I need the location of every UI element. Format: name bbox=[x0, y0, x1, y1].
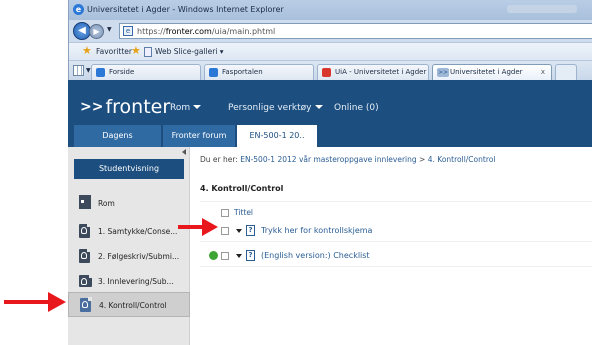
select-all-checkbox[interactable] bbox=[221, 209, 229, 217]
browser-window: e Universitetet i Agder - Windows Intern… bbox=[68, 0, 592, 80]
annotation-arrow-icon bbox=[4, 292, 66, 312]
quick-tabs-icon[interactable] bbox=[73, 65, 84, 76]
sidebar-item-innlevering[interactable]: 3. Innlevering/Sub... bbox=[68, 269, 190, 294]
expand-triangle-icon[interactable] bbox=[236, 254, 242, 258]
menu-online[interactable]: Online (0) bbox=[334, 103, 379, 113]
row-checkbox[interactable] bbox=[221, 227, 229, 235]
chevron-down-icon bbox=[193, 105, 202, 109]
internet-explorer-icon: e bbox=[73, 4, 84, 15]
web-slice-gallery-link[interactable]: Web Slice-galleri ▾ bbox=[155, 47, 224, 56]
tab-fronter-forum[interactable]: Fronter forum bbox=[163, 125, 235, 147]
collapse-sidebar-icon[interactable] bbox=[182, 149, 186, 155]
forward-button[interactable]: ▶ bbox=[89, 24, 104, 39]
row-checkbox[interactable] bbox=[221, 252, 229, 260]
tab-bar: ▼ Forside Fasportalen UiA - Universitete… bbox=[69, 60, 592, 80]
assignment-icon bbox=[79, 223, 91, 238]
sidebar-item-rom[interactable]: Rom bbox=[68, 191, 190, 216]
tab-label: Forside bbox=[109, 68, 135, 76]
sidebar-item-label: 1. Samtykke/Conse... bbox=[98, 227, 178, 236]
new-tab-button[interactable] bbox=[555, 64, 577, 80]
divider bbox=[200, 266, 592, 267]
favorites-bar: ★ Favoritter ★ Web Slice-galleri ▾ bbox=[69, 42, 592, 60]
address-bar-row: ◀ ▶ ▼ e https://fronter.com/uia/main.pht… bbox=[69, 20, 592, 42]
title-bar: e Universitetet i Agder - Windows Intern… bbox=[69, 0, 592, 20]
ie-page-icon bbox=[209, 68, 218, 77]
tab-label: UiA - Universitetet i Agder bbox=[335, 68, 427, 76]
breadcrumb-prefix: Du er her: bbox=[200, 155, 238, 164]
sidebar-item-label: 2. Følgeskriv/Submi... bbox=[98, 252, 180, 261]
ie-page-icon bbox=[96, 68, 105, 77]
tab-label: Fasportalen bbox=[222, 68, 263, 76]
web-slice-icon bbox=[144, 47, 152, 57]
tab-fasportalen[interactable]: Fasportalen bbox=[204, 64, 314, 80]
address-input[interactable]: e https://fronter.com/uia/main.phtml bbox=[119, 23, 592, 39]
item-link[interactable]: Trykk her for kontrollskjema bbox=[261, 226, 372, 235]
fronter-tab-icon: >> bbox=[437, 68, 449, 77]
room-door-icon bbox=[79, 195, 91, 209]
test-document-icon: ? bbox=[246, 225, 255, 236]
chevron-down-icon bbox=[314, 105, 323, 109]
item-link[interactable]: (English version:) Checklist bbox=[261, 251, 370, 260]
sidebar-item-label: Rom bbox=[98, 199, 115, 208]
sidebar-item-label: 3. Innlevering/Sub... bbox=[98, 277, 174, 286]
tab-forside[interactable]: Forside bbox=[91, 64, 201, 80]
uia-logo-icon bbox=[322, 68, 331, 77]
divider bbox=[200, 201, 592, 202]
sidebar-item-folgeskriv[interactable]: 2. Følgeskriv/Submi... bbox=[68, 244, 190, 269]
assignment-icon bbox=[79, 248, 91, 263]
divider bbox=[200, 241, 592, 242]
tab-label: Universitetet i Agder bbox=[450, 68, 523, 76]
main-content: Du er her: EN-500-1 2012 vår masteroppga… bbox=[190, 147, 592, 345]
fronter-logo[interactable]: >> fronter bbox=[80, 96, 170, 118]
favorites-star-icon[interactable]: ★ bbox=[82, 45, 94, 57]
sidebar-item-samtykke[interactable]: 1. Samtykke/Conse... bbox=[68, 219, 190, 244]
expand-triangle-icon[interactable] bbox=[236, 229, 242, 233]
tab-uia[interactable]: UiA - Universitetet i Agder bbox=[317, 64, 429, 80]
breadcrumb-current[interactable]: 4. Kontroll/Control bbox=[428, 155, 496, 164]
menu-personal-tools[interactable]: Personlige verktøy bbox=[228, 103, 323, 113]
annotation-arrow-icon bbox=[178, 218, 218, 236]
tab-list-dropdown-icon[interactable]: ▼ bbox=[86, 67, 91, 74]
tab-dagens[interactable]: Dagens bbox=[74, 125, 161, 147]
tab-universitetet-active[interactable]: >> Universitetet i Agder x bbox=[432, 64, 552, 80]
studentvisning-button[interactable]: Studentvisning bbox=[74, 159, 184, 179]
window-title: Universitetet i Agder - Windows Internet… bbox=[87, 5, 284, 14]
url-text: https://fronter.com/uia/main.phtml bbox=[137, 27, 276, 36]
room-tabs: Dagens Fronter forum EN-500-1 20.. bbox=[68, 125, 592, 147]
list-item: ? Trykk her for kontrollskjema bbox=[200, 222, 592, 240]
breadcrumb-separator: > bbox=[419, 155, 426, 164]
test-document-icon: ? bbox=[246, 250, 255, 261]
sidebar-item-label: 4. Kontroll/Control bbox=[99, 301, 167, 310]
fronter-header: >> fronter Rom Personlige verktøy Online … bbox=[68, 80, 592, 125]
page-icon: e bbox=[123, 26, 133, 36]
breadcrumb: Du er her: EN-500-1 2012 vår masteroppga… bbox=[200, 155, 495, 164]
handin-folder-icon bbox=[79, 274, 93, 287]
history-dropdown-icon[interactable]: ▼ bbox=[107, 26, 112, 33]
status-green-icon bbox=[209, 251, 218, 260]
sidebar-item-kontroll-selected[interactable]: 4. Kontroll/Control bbox=[68, 292, 190, 317]
list-item: ? (English version:) Checklist bbox=[200, 247, 592, 265]
close-tab-icon[interactable]: x bbox=[541, 65, 545, 79]
add-favorite-icon[interactable]: ★ bbox=[131, 45, 143, 57]
assignment-icon bbox=[80, 297, 92, 312]
favorites-button[interactable]: Favoritter bbox=[96, 47, 132, 56]
menu-rom[interactable]: Rom bbox=[170, 103, 202, 113]
sidebar: Studentvisning Rom 1. Samtykke/Conse... … bbox=[68, 147, 190, 345]
breadcrumb-link-course[interactable]: EN-500-1 2012 vår masteroppgave innlever… bbox=[240, 155, 416, 164]
window-controls-blurred bbox=[507, 5, 577, 13]
tab-course-room[interactable]: EN-500-1 20.. bbox=[237, 125, 317, 147]
page-title: 4. Kontroll/Control bbox=[200, 184, 284, 193]
column-header-title[interactable]: Tittel bbox=[234, 208, 253, 217]
